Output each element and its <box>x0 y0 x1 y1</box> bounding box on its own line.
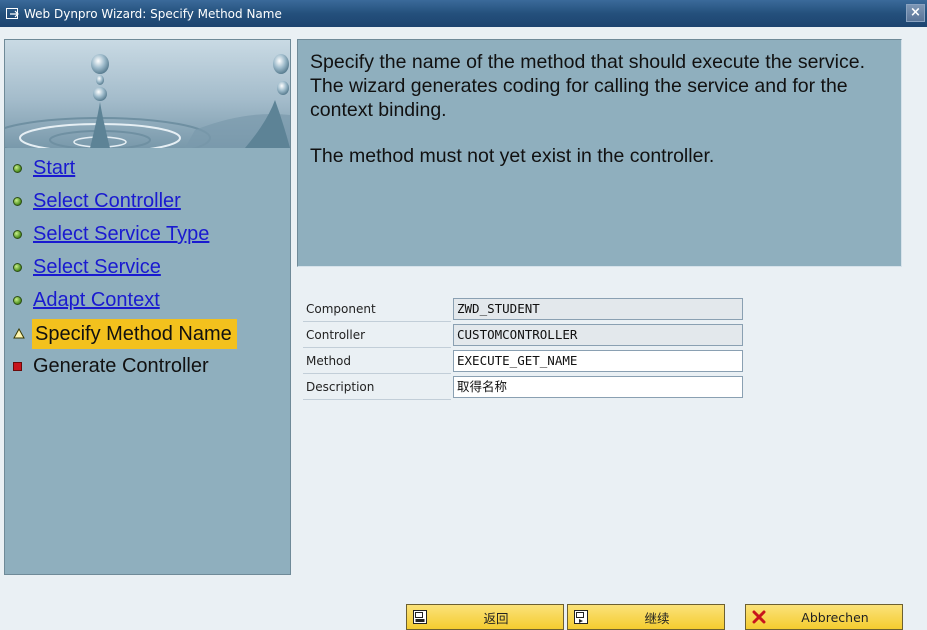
cancel-button-label: Abbrechen <box>801 609 869 625</box>
back-button-label: 返回 <box>483 610 509 626</box>
window-title: Web Dynpro Wizard: Specify Method Name <box>24 6 282 21</box>
roadmap-step-specify-method-name: Specify Method Name <box>13 317 288 350</box>
roadmap-step-label[interactable]: Adapt Context <box>33 289 160 312</box>
back-button[interactable]: 返回 <box>406 604 564 630</box>
description-input[interactable]: 取得名称 <box>453 376 743 398</box>
step-description-panel: Specify the name of the method that shou… <box>297 39 902 267</box>
continue-button-label: 继续 <box>644 610 670 626</box>
roadmap-step-label[interactable]: Start <box>33 157 75 180</box>
roadmap-step-select-service[interactable]: Select Service <box>13 251 288 284</box>
component-label: Component <box>303 296 451 322</box>
form-row-controller: Controller CUSTOMCONTROLLER <box>303 322 745 348</box>
roadmap-step-adapt-context[interactable]: Adapt Context <box>13 284 288 317</box>
back-icon <box>413 610 427 624</box>
cancel-button[interactable]: Abbrechen <box>745 604 903 630</box>
green-dot-icon <box>13 296 22 305</box>
description-paragraph-2: The method must not yet exist in the con… <box>310 145 715 167</box>
continue-button[interactable]: 继续 <box>567 604 725 630</box>
roadmap-step-start[interactable]: Start <box>13 152 288 185</box>
roadmap-step-label[interactable]: Select Controller <box>33 190 181 213</box>
red-square-icon <box>13 362 22 371</box>
method-label: Method <box>303 348 451 374</box>
controller-label: Controller <box>303 322 451 348</box>
component-field: ZWD_STUDENT <box>453 298 743 320</box>
green-dot-icon <box>13 230 22 239</box>
controller-field: CUSTOMCONTROLLER <box>453 324 743 346</box>
roadmap-step-label[interactable]: Select Service Type <box>33 223 209 246</box>
close-icon: × <box>910 5 921 20</box>
close-button[interactable]: × <box>906 4 925 22</box>
roadmap-step-label-current: Specify Method Name <box>32 318 237 349</box>
description-label: Description <box>303 374 451 400</box>
description-paragraph-1: Specify the name of the method that shou… <box>310 51 865 121</box>
roadmap-step-label: Generate Controller <box>33 355 209 377</box>
yellow-triangle-icon <box>13 328 25 339</box>
roadmap-step-select-controller[interactable]: Select Controller <box>13 185 288 218</box>
roadmap-steps: Start Select Controller Select Service T… <box>13 152 288 383</box>
method-input[interactable]: EXECUTE_GET_NAME <box>453 350 743 372</box>
form-row-method: Method EXECUTE_GET_NAME <box>303 348 745 374</box>
water-drop-banner-image <box>5 40 290 148</box>
green-dot-icon <box>13 164 22 173</box>
window-icon <box>6 7 19 19</box>
roadmap-step-label[interactable]: Select Service <box>33 256 161 279</box>
cancel-x-icon <box>752 610 766 624</box>
continue-icon <box>574 610 588 624</box>
window-body: Start Select Controller Select Service T… <box>0 27 927 630</box>
method-form: Component ZWD_STUDENT Controller CUSTOMC… <box>303 296 745 400</box>
green-dot-icon <box>13 263 22 272</box>
form-row-description: Description 取得名称 <box>303 374 745 400</box>
window-titlebar: Web Dynpro Wizard: Specify Method Name × <box>0 0 927 27</box>
roadmap-step-select-service-type[interactable]: Select Service Type <box>13 218 288 251</box>
green-dot-icon <box>13 197 22 206</box>
form-row-component: Component ZWD_STUDENT <box>303 296 745 322</box>
wizard-roadmap-panel: Start Select Controller Select Service T… <box>4 39 291 575</box>
roadmap-step-generate-controller: Generate Controller <box>13 350 288 383</box>
